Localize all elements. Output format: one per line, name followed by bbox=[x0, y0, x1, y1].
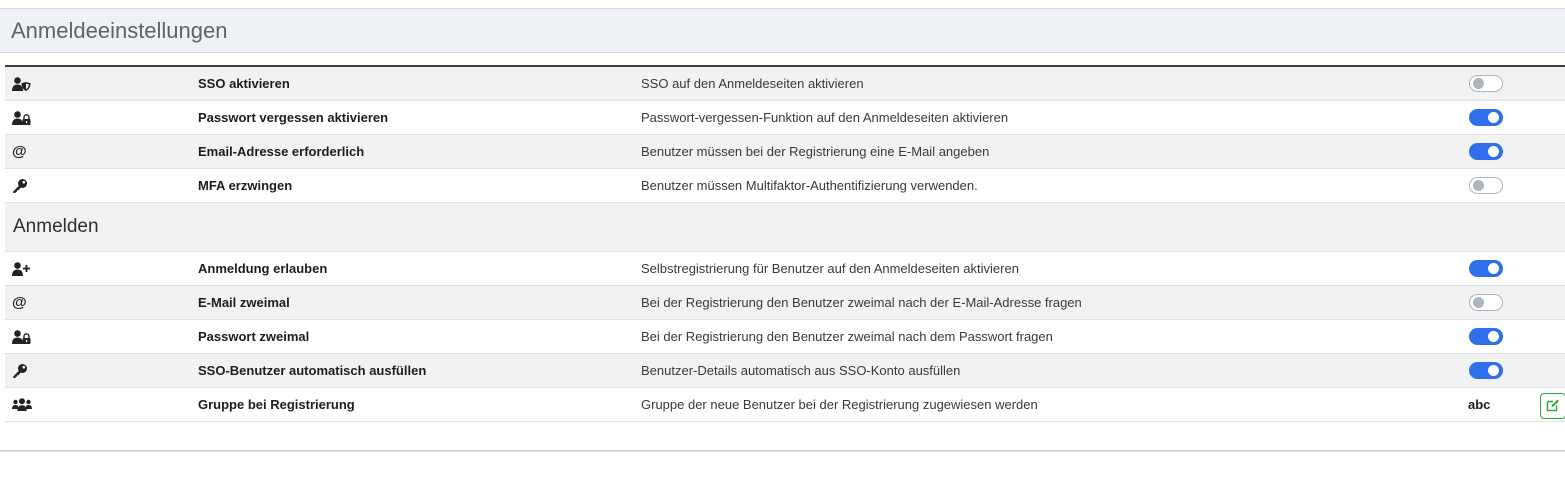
user-lock-icon bbox=[12, 110, 32, 126]
setting-row-sso: SSO aktivieren SSO auf den Anmeldeseiten… bbox=[5, 67, 1565, 101]
signup-section-header: Anmelden bbox=[5, 203, 1565, 252]
sso-toggle[interactable] bbox=[1469, 75, 1503, 92]
setting-description: Bei der Registrierung den Benutzer zweim… bbox=[641, 329, 1053, 344]
allow-signup-toggle[interactable] bbox=[1469, 260, 1503, 277]
setting-row-allow-signup: Anmeldung erlauben Selbstregistrierung f… bbox=[5, 252, 1565, 286]
settings-table: SSO aktivieren SSO auf den Anmeldeseiten… bbox=[5, 65, 1565, 422]
setting-description: Selbstregistrierung für Benutzer auf den… bbox=[641, 261, 1019, 276]
setting-name: Passwort vergessen aktivieren bbox=[198, 110, 389, 125]
user-lock-icon bbox=[12, 329, 32, 345]
setting-name: Email-Adresse erforderlich bbox=[198, 144, 365, 159]
setting-name: Passwort zweimal bbox=[198, 329, 310, 344]
user-shield-icon bbox=[12, 76, 32, 92]
at-icon: @ bbox=[12, 142, 27, 160]
setting-name: MFA erzwingen bbox=[198, 178, 293, 193]
setting-description: Benutzer-Details automatisch aus SSO-Kon… bbox=[641, 363, 961, 378]
setting-description: Benutzer müssen bei der Registrierung ei… bbox=[641, 144, 990, 159]
setting-row-forgot-password: Passwort vergessen aktivieren Passwort-v… bbox=[5, 101, 1565, 135]
user-plus-icon bbox=[12, 261, 32, 277]
footer-divider bbox=[0, 450, 1565, 452]
login-settings-panel: Anmeldeeinstellungen bbox=[0, 8, 1565, 53]
setting-row-email-twice: @ E-Mail zweimal Bei der Registrierung d… bbox=[5, 286, 1565, 320]
key-icon bbox=[12, 178, 32, 194]
setting-row-password-twice: Passwort zweimal Bei der Registrierung d… bbox=[5, 320, 1565, 354]
setting-description: SSO auf den Anmeldeseiten aktivieren bbox=[641, 76, 864, 91]
email-twice-toggle[interactable] bbox=[1469, 294, 1503, 311]
mfa-toggle[interactable] bbox=[1469, 177, 1503, 194]
setting-row-email-required: @ Email-Adresse erforderlich Benutzer mü… bbox=[5, 135, 1565, 169]
setting-description: Benutzer müssen Multifaktor-Authentifizi… bbox=[641, 178, 978, 193]
edit-icon bbox=[1546, 398, 1560, 415]
password-twice-toggle[interactable] bbox=[1469, 328, 1503, 345]
setting-row-sso-autofill: SSO-Benutzer automatisch ausfüllen Benut… bbox=[5, 354, 1565, 388]
email-required-toggle[interactable] bbox=[1469, 143, 1503, 160]
setting-row-mfa: MFA erzwingen Benutzer müssen Multifakto… bbox=[5, 169, 1565, 203]
setting-description: Bei der Registrierung den Benutzer zweim… bbox=[641, 295, 1082, 310]
setting-row-signup-group: Gruppe bei Registrierung Gruppe der neue… bbox=[5, 388, 1565, 422]
setting-name: E-Mail zweimal bbox=[198, 295, 290, 310]
setting-name: Gruppe bei Registrierung bbox=[198, 397, 355, 412]
signup-group-value: abc bbox=[1468, 397, 1491, 412]
panel-title: Anmeldeeinstellungen bbox=[11, 17, 228, 43]
setting-name: SSO-Benutzer automatisch ausfüllen bbox=[198, 363, 427, 378]
section-title: Anmelden bbox=[13, 216, 99, 237]
users-icon bbox=[12, 397, 32, 413]
setting-name: SSO aktivieren bbox=[198, 76, 290, 91]
sso-autofill-toggle[interactable] bbox=[1469, 362, 1503, 379]
key-icon bbox=[12, 363, 32, 379]
setting-description: Gruppe der neue Benutzer bei der Registr… bbox=[641, 397, 1038, 412]
forgot-password-toggle[interactable] bbox=[1469, 109, 1503, 126]
panel-header: Anmeldeeinstellungen bbox=[0, 8, 1565, 53]
setting-name: Anmeldung erlauben bbox=[198, 261, 328, 276]
at-icon: @ bbox=[12, 293, 27, 311]
edit-signup-group-button[interactable] bbox=[1540, 393, 1565, 419]
setting-description: Passwort-vergessen-Funktion auf den Anme… bbox=[641, 110, 1009, 125]
